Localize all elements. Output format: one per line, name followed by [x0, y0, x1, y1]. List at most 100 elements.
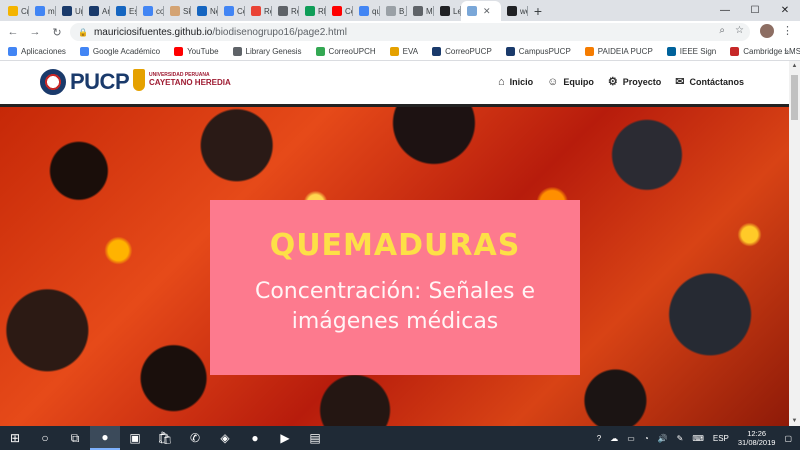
tab-favicon-icon	[35, 6, 45, 16]
new-tab-button[interactable]: +	[528, 1, 548, 21]
nav-inicio[interactable]: ⌂ Inicio	[498, 75, 533, 88]
hero-card: QUEMADURAS Concentración: Señales e imág…	[210, 200, 580, 375]
browser-tab[interactable]: Cre	[2, 1, 29, 21]
bookmarks-bar: Aplicaciones Google Académico YouTube Libra…	[0, 43, 800, 61]
home-icon: ⌂	[497, 75, 505, 88]
help-icon[interactable]: ?	[597, 434, 601, 443]
minimize-button[interactable]: —	[710, 0, 740, 21]
bookmark-icon	[389, 47, 399, 56]
bookmark-item[interactable]: CorreoUPCH	[315, 47, 376, 56]
cortana-icon[interactable]: ○	[30, 426, 60, 450]
browser-tab[interactable]: Ne	[191, 1, 218, 21]
bookmark-item[interactable]: IEEE Sign	[666, 47, 716, 56]
tab-label: co	[156, 6, 164, 16]
battery-icon[interactable]: ▭	[627, 434, 635, 443]
keyboard-icon[interactable]: ⌨	[692, 434, 704, 443]
url-domain: mauriciosifuentes.github.io	[93, 26, 213, 38]
address-bar[interactable]: 🔒 mauriciosifuentes.github.io/biodisenog…	[70, 23, 750, 41]
profile-avatar[interactable]	[760, 24, 774, 38]
browser-tab[interactable]: Un	[56, 1, 83, 21]
tab-label: we	[520, 6, 528, 16]
browser-toolbar: ← → ↻ 🔒 mauriciosifuentes.github.io/biod…	[0, 21, 800, 43]
close-window-button[interactable]: ✕	[770, 0, 800, 21]
media-icon[interactable]: ▶	[270, 426, 300, 450]
tab-active[interactable]: ✕	[461, 1, 501, 21]
forward-icon[interactable]: →	[26, 23, 44, 41]
tab-label: Có	[345, 6, 353, 16]
nav-contactanos-label: Contáctanos	[689, 76, 744, 87]
nav-equipo-label: Equipo	[563, 76, 594, 87]
tab-label: Re	[291, 6, 299, 16]
app-icon[interactable]: ◈	[210, 426, 240, 450]
star-icon[interactable]: ☆	[735, 25, 744, 36]
smiley-icon: ☺	[547, 75, 559, 88]
browser-tab[interactable]: B_I	[380, 1, 407, 21]
windows-start-icon[interactable]: ⊞	[0, 426, 30, 450]
tab-strip: Cre me Un An Esc co Ski Ne Co Re Re RE Có qu B_I Mi Lec ✕…	[0, 0, 800, 21]
hero-title: QUEMADURAS	[269, 228, 521, 263]
bookmark-item[interactable]: Google Académico	[79, 47, 160, 56]
whatsapp-icon[interactable]: ✆	[180, 426, 210, 450]
nav-proyecto[interactable]: ⚙ Proyecto	[608, 75, 661, 88]
tab-label: Co	[237, 6, 245, 16]
bookmark-item[interactable]: EVA	[389, 47, 418, 56]
tab-label: Esc	[129, 6, 137, 16]
browser-tab[interactable]: Mi	[407, 1, 434, 21]
pucp-seal-icon	[40, 69, 66, 95]
browser-tab[interactable]: An	[83, 1, 110, 21]
browser-tab[interactable]: Re	[272, 1, 299, 21]
pucp-logo[interactable]: PUCP	[40, 69, 130, 95]
bookmark-label: YouTube	[187, 47, 219, 56]
bookmark-item[interactable]: CorreoPUCP	[432, 47, 492, 56]
browser-tab[interactable]: we	[501, 1, 528, 21]
nav-contactanos[interactable]: ✉ Contáctanos	[675, 75, 744, 88]
tab-favicon-icon	[251, 6, 261, 16]
browser-tab[interactable]: RE	[299, 1, 326, 21]
browser-tab[interactable]: Esc	[110, 1, 137, 21]
maximize-button[interactable]: ☐	[740, 0, 770, 21]
windows-taskbar: ⊞ ○ ⧉ ● ▣ 🛍 ✆ ◈ ● ▶ ▤ ? ☁ ▭ ◔ 🔊 ✎ ⌨ ESP 12:26 31/0…	[0, 426, 800, 450]
browser-tab[interactable]: Ski	[164, 1, 191, 21]
browser-tab[interactable]: qu	[353, 1, 380, 21]
clock[interactable]: 12:26 31/08/2019	[738, 429, 776, 447]
volume-icon[interactable]: 🔊	[658, 434, 668, 443]
wifi-icon[interactable]: ◔	[644, 434, 649, 443]
bookmark-item[interactable]: PAIDEIA PUCP	[584, 47, 653, 56]
reload-icon[interactable]: ↻	[48, 23, 66, 41]
bookmark-item[interactable]: Aplicaciones	[8, 47, 66, 56]
gear-icon: ⚙	[607, 76, 618, 88]
spotify-icon[interactable]: ●	[240, 426, 270, 450]
file-explorer-icon[interactable]: ▣	[120, 426, 150, 450]
system-tray: ? ☁ ▭ ◔ 🔊 ✎ ⌨ ESP 12:26 31/08/2019 ▢	[597, 426, 792, 450]
bookmark-label: CorreoPUCP	[445, 47, 492, 56]
nav-equipo[interactable]: ☺ Equipo	[547, 75, 594, 88]
notifications-icon[interactable]: ▢	[784, 434, 792, 443]
cayetano-logo[interactable]: UNIVERSIDAD PERUANA CAYETANO HEREDIA	[133, 69, 231, 91]
scroll-down-icon[interactable]: ▼	[789, 416, 800, 426]
bookmark-item[interactable]: Library Genesis	[232, 47, 302, 56]
scroll-up-icon[interactable]: ▲	[789, 61, 800, 71]
browser-tab[interactable]: Lec	[434, 1, 461, 21]
bookmark-label: CampusPUCP	[518, 47, 571, 56]
close-tab-icon[interactable]: ✕	[483, 6, 491, 17]
back-icon[interactable]: ←	[4, 23, 22, 41]
browser-tab[interactable]: Có	[326, 1, 353, 21]
bookmarks-overflow-icon[interactable]: »	[784, 46, 792, 56]
browser-tab[interactable]: Re	[245, 1, 272, 21]
page-scrollbar[interactable]: ▲ ▼	[789, 61, 800, 426]
bookmark-item[interactable]: YouTube	[174, 47, 219, 56]
browser-tab[interactable]: Co	[218, 1, 245, 21]
store-icon[interactable]: 🛍	[150, 426, 180, 450]
menu-icon[interactable]: ⋮	[782, 24, 793, 37]
bookmark-item[interactable]: CampusPUCP	[505, 47, 571, 56]
task-view-icon[interactable]: ⧉	[60, 426, 90, 450]
notes-icon[interactable]: ▤	[300, 426, 330, 450]
browser-tab[interactable]: me	[29, 1, 56, 21]
chrome-icon[interactable]: ●	[90, 426, 120, 450]
pen-icon[interactable]: ✎	[677, 434, 684, 443]
cloud-icon[interactable]: ☁	[610, 434, 618, 443]
language-indicator[interactable]: ESP	[713, 434, 729, 443]
browser-tab[interactable]: co	[137, 1, 164, 21]
search-icon[interactable]: ⌕	[719, 25, 725, 36]
scroll-thumb[interactable]	[791, 75, 798, 120]
